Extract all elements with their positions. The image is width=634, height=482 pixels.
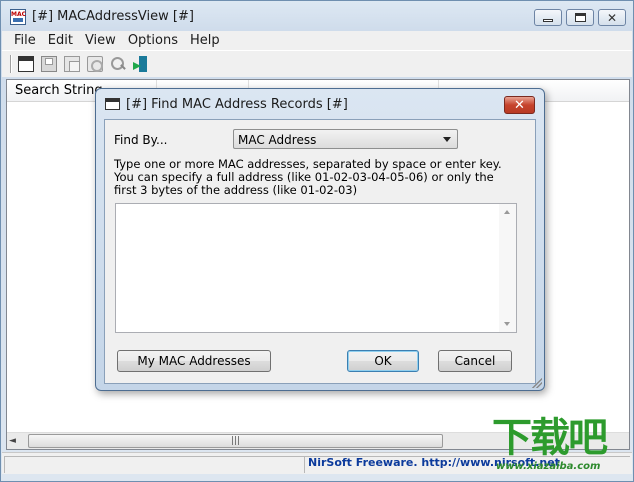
minimize-icon [543, 19, 553, 22]
toolbar-separator [10, 55, 12, 73]
copy-icon[interactable] [64, 56, 80, 72]
find-by-value: MAC Address [238, 133, 317, 147]
menu-options[interactable]: Options [122, 33, 184, 48]
window-icon[interactable] [18, 56, 34, 72]
dialog-close-button[interactable]: ✕ [504, 96, 535, 114]
maximize-button[interactable] [566, 9, 594, 26]
scroll-left-arrow-icon[interactable]: ◄ [9, 436, 16, 446]
dialog-body: Find By... MAC Address Type one or more … [104, 119, 536, 384]
mac-address-input[interactable] [115, 203, 517, 333]
app-icon: MAC [10, 9, 26, 25]
dialog-window-icon [105, 98, 120, 110]
scroll-down-icon[interactable] [504, 322, 510, 326]
toolbar [2, 50, 632, 77]
menu-edit[interactable]: Edit [42, 33, 79, 48]
dialog-title: [#] Find MAC Address Records [#] [126, 97, 348, 112]
close-icon: ✕ [606, 10, 618, 25]
close-icon: ✕ [514, 97, 525, 113]
find-by-select[interactable]: MAC Address [233, 129, 458, 149]
save-icon[interactable] [41, 56, 57, 72]
my-mac-addresses-button[interactable]: My MAC Addresses [117, 350, 271, 372]
textarea-scrollbar[interactable] [499, 204, 516, 332]
find-icon[interactable] [110, 56, 126, 72]
chevron-down-icon [443, 137, 451, 142]
resize-grip-icon[interactable] [532, 378, 542, 388]
find-dialog: [#] Find MAC Address Records [#] ✕ Find … [95, 88, 545, 391]
window-title: [#] MACAddressView [#] [32, 9, 194, 24]
minimize-button[interactable] [534, 9, 562, 26]
menu-help[interactable]: Help [184, 33, 226, 48]
watermark-url: www.xiazaiba.com [496, 461, 601, 472]
instructions-text: Type one or more MAC addresses, separate… [114, 157, 502, 197]
title-bar[interactable]: MAC [#] MACAddressView [#] ✕ [1, 1, 633, 31]
find-by-label: Find By... [114, 133, 168, 147]
ok-button[interactable]: OK [347, 350, 419, 372]
cancel-button[interactable]: Cancel [438, 350, 512, 372]
scroll-up-icon[interactable] [504, 210, 510, 214]
menu-view[interactable]: View [79, 33, 122, 48]
close-button[interactable]: ✕ [598, 9, 626, 26]
menu-file[interactable]: File [2, 33, 42, 48]
menu-bar: File Edit View Options Help [2, 31, 632, 50]
watermark-logo: 下载吧 [492, 415, 608, 461]
status-cell [4, 456, 304, 473]
properties-icon[interactable] [87, 56, 103, 72]
exit-icon[interactable] [133, 56, 149, 72]
scroll-thumb[interactable]: ||| [28, 434, 443, 448]
watermark: 下载吧 www.xiazaiba.com [492, 416, 632, 480]
maximize-icon [574, 13, 586, 22]
